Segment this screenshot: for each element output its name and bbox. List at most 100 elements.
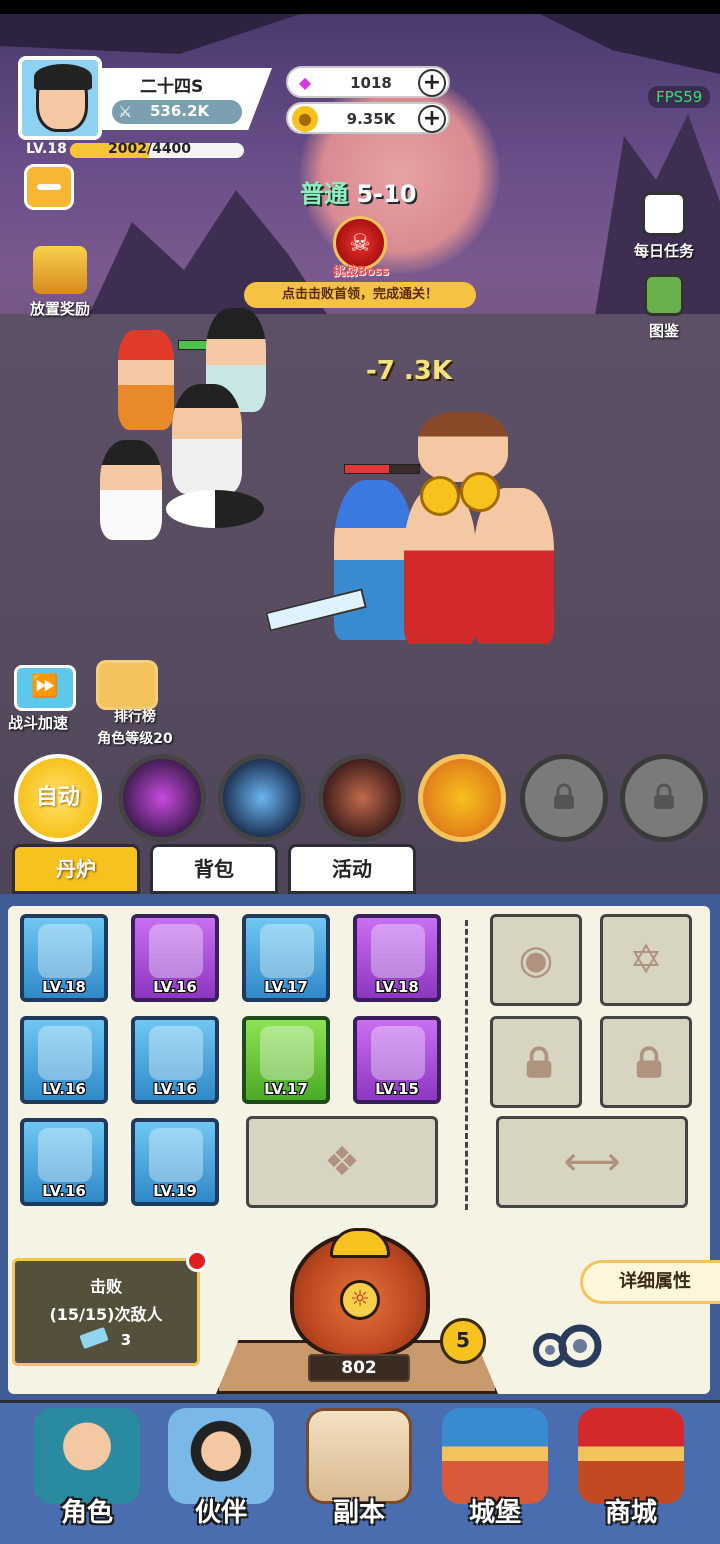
ranking-button[interactable] <box>96 660 158 710</box>
enemy-blue-hair[interactable] <box>334 480 414 640</box>
fire-orb-icon <box>371 1026 425 1080</box>
ally-sunglasses[interactable] <box>100 440 162 540</box>
equipment-slot[interactable]: LV.16 <box>20 1118 108 1206</box>
chest-icon <box>33 246 87 294</box>
nav-character[interactable]: 角色 <box>24 1408 150 1534</box>
battle-speed-button[interactable]: ⏩ <box>14 665 76 711</box>
settings-gear-icon[interactable] <box>526 1320 608 1376</box>
tab-activity[interactable]: 活动 <box>288 844 416 894</box>
furnace-count: 802 <box>308 1354 410 1382</box>
boss-tip: 点击击败首领，完成通关！ <box>244 282 476 308</box>
ally-hero[interactable] <box>172 384 242 494</box>
coin-drop-icon <box>460 472 500 512</box>
ticket-icon <box>79 1326 109 1350</box>
equipment-slot[interactable]: LV.17 <box>242 914 330 1002</box>
nav-partner[interactable]: 伙伴 <box>158 1408 284 1534</box>
fire-emblem-icon: ☼ <box>340 1280 380 1320</box>
nav-partner-label: 伙伴 <box>194 1498 247 1528</box>
trident-icon: ⟷ <box>563 1139 621 1185</box>
equipment-slot[interactable]: LV.16 <box>20 1016 108 1104</box>
lock-icon <box>636 1046 662 1078</box>
equipment-level: LV.17 <box>264 978 308 996</box>
equipment-slot[interactable]: LV.19 <box>131 1118 219 1206</box>
menu-button[interactable] <box>24 164 74 210</box>
add-gems-button[interactable]: + <box>418 69 446 97</box>
combat-power: 536.2K <box>150 102 210 120</box>
gold-coin-icon: ● <box>292 106 318 132</box>
equipment-slot[interactable]: LV.18 <box>353 914 441 1002</box>
codex-label: 图鉴 <box>648 322 679 340</box>
codex-button[interactable]: 图鉴 <box>624 274 704 341</box>
skill-lightning[interactable] <box>118 754 206 842</box>
book-icon <box>644 274 684 316</box>
player-name: 二十四S <box>140 77 204 97</box>
ranking-subtitle: 角色等级20 <box>97 731 173 747</box>
player-avatar[interactable] <box>18 56 102 140</box>
artifact-slot-locked[interactable] <box>490 1016 582 1108</box>
nav-castle-label: 城堡 <box>468 1498 521 1528</box>
notification-dot <box>186 1250 208 1272</box>
yin-yang-platform <box>166 490 264 528</box>
nav-castle[interactable]: 城堡 <box>432 1408 558 1534</box>
auto-battle-button[interactable]: 自动 <box>14 754 102 842</box>
tab-furnace[interactable]: 丹炉 <box>12 844 140 894</box>
ranking-label: 排行榜 角色等级20 <box>80 706 190 750</box>
lock-icon <box>554 783 574 809</box>
xp-text: 2002/4400 <box>108 141 192 157</box>
weapon-slot[interactable]: ⟷ <box>496 1116 688 1208</box>
add-gold-button[interactable]: + <box>418 105 446 133</box>
nav-shop[interactable]: 商城 <box>568 1408 694 1534</box>
skill-slot-locked[interactable] <box>620 754 708 842</box>
character-icon <box>34 1408 140 1504</box>
daily-task-button[interactable]: 每日任务 <box>624 192 704 261</box>
skill-beast[interactable] <box>318 754 406 842</box>
enemy-hp-fill <box>345 465 390 473</box>
ally-red-hair[interactable] <box>118 330 174 430</box>
equipment-slot[interactable]: LV.16 <box>131 914 219 1002</box>
player-level: LV.18 <box>26 141 67 157</box>
defeat-title: 击败 <box>89 1277 122 1296</box>
gold-amount: 9.35K <box>346 110 396 128</box>
skill-slot-locked[interactable] <box>520 754 608 842</box>
nav-character-label: 角色 <box>60 1498 113 1528</box>
boots-icon <box>149 1128 203 1182</box>
enemy-monk-2[interactable] <box>474 488 554 644</box>
equipment-level: LV.19 <box>153 1182 197 1200</box>
skill-golden[interactable] <box>418 754 506 842</box>
equipment-level: LV.15 <box>375 1080 419 1098</box>
equipment-slot[interactable]: LV.16 <box>131 1016 219 1104</box>
stage-title: 普通 5-10 <box>300 174 416 209</box>
equipment-slot[interactable]: LV.15 <box>353 1016 441 1104</box>
hexagram-icon: ✡ <box>629 937 663 983</box>
nav-dungeon-label: 副本 <box>332 1498 385 1528</box>
artifact-slot-locked[interactable] <box>600 1016 692 1108</box>
gem-counter: ◆ 1018 + <box>286 66 450 98</box>
artifact-slot[interactable]: ◉ <box>490 914 582 1006</box>
tab-backpack[interactable]: 背包 <box>150 844 278 894</box>
battle-speed-label: 战斗加速 <box>8 714 69 732</box>
stage-number: 5-10 <box>356 180 417 208</box>
belt-icon <box>38 1128 92 1182</box>
equipment-slot[interactable]: LV.18 <box>20 914 108 1002</box>
ticket-row: 3 <box>15 1326 197 1350</box>
scroll-map-icon <box>306 1408 412 1504</box>
idle-reward-button[interactable]: 放置奖励 <box>20 246 100 319</box>
equipment-level: LV.18 <box>42 978 86 996</box>
defeat-enemies-card[interactable]: 击败 (15/15)次敌人 3 <box>12 1258 200 1366</box>
equipment-slot[interactable]: LV.17 <box>242 1016 330 1104</box>
scroll-icon <box>642 192 686 236</box>
gauntlet-icon <box>149 924 203 978</box>
detail-attributes-button[interactable]: 详细属性 <box>580 1260 720 1304</box>
divider <box>465 920 468 1210</box>
idle-reward-label: 放置奖励 <box>29 300 90 318</box>
magic-circle-icon: ❖ <box>324 1139 360 1185</box>
artifact-slot[interactable]: ✡ <box>600 914 692 1006</box>
formation-slot[interactable]: ❖ <box>246 1116 438 1208</box>
nav-dungeon[interactable]: 副本 <box>296 1408 422 1534</box>
enemy-brown-hair[interactable] <box>418 412 508 482</box>
nav-shop-label: 商城 <box>604 1498 657 1528</box>
gem-amount: 1018 <box>350 74 392 92</box>
skill-spirit[interactable] <box>218 754 306 842</box>
status-bar <box>0 0 720 14</box>
ticket-count: 3 <box>120 1331 132 1349</box>
